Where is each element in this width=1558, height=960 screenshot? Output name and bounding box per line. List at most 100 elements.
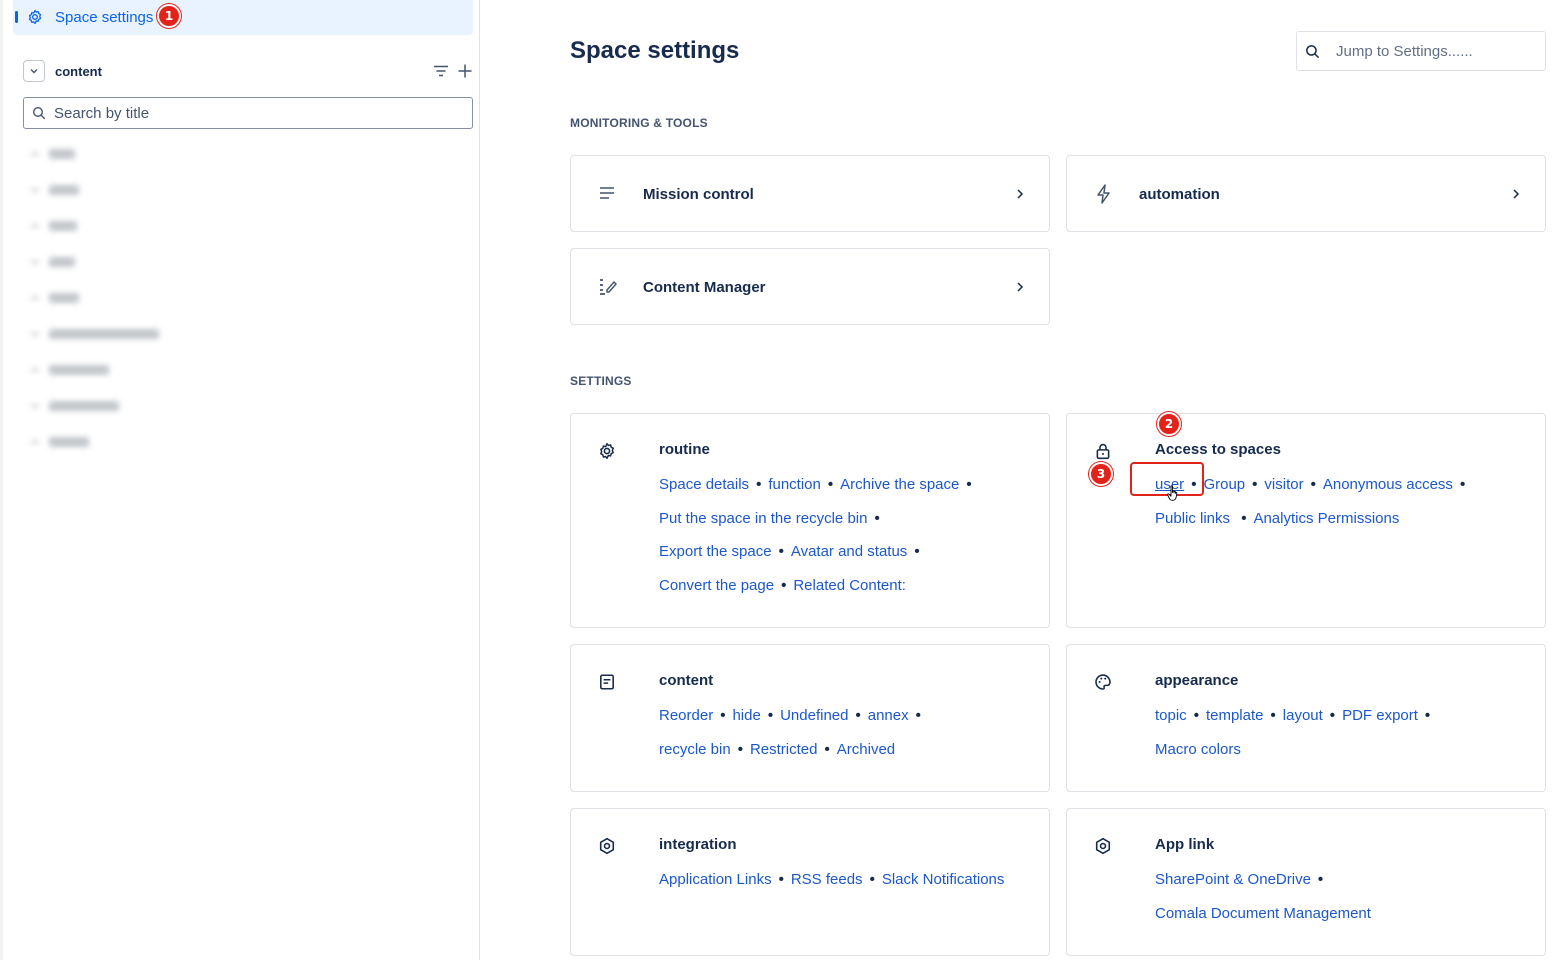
card-title: App link [1155, 836, 1215, 853]
link-hide[interactable]: hide [732, 707, 760, 724]
tree-item-blurred[interactable] [31, 398, 119, 414]
section-heading-settings: SETTINGS [570, 374, 632, 388]
link-archived[interactable]: Archived [837, 741, 895, 758]
gear-icon [600, 442, 614, 460]
lightning-icon [1097, 184, 1110, 204]
active-indicator [15, 11, 18, 23]
palette-icon [1095, 674, 1111, 690]
link-slack-notifications[interactable]: Slack Notifications [882, 871, 1005, 888]
link-convert-page[interactable]: Convert the page [659, 577, 774, 594]
search-by-title-field[interactable] [23, 97, 473, 129]
tree-item-blurred[interactable] [31, 434, 89, 450]
link-public-links[interactable]: Public links [1155, 510, 1230, 527]
chevron-right-icon [1017, 189, 1024, 199]
sidebar: Space settings 1 content [0, 0, 480, 960]
collapse-button[interactable] [23, 60, 45, 82]
link-space-details[interactable]: Space details [659, 476, 749, 493]
link-recycle-bin[interactable]: recycle bin [659, 741, 731, 758]
chevron-right-icon [1017, 282, 1024, 292]
content-section-label: content [55, 63, 102, 79]
page-title: Space settings [570, 37, 740, 64]
jump-input[interactable] [1336, 42, 1526, 60]
link-avatar-status[interactable]: Avatar and status [791, 543, 907, 560]
tree-item-blurred[interactable] [31, 290, 79, 306]
chevron-right-icon [1513, 189, 1520, 199]
link-analytics-permissions[interactable]: Analytics Permissions [1253, 510, 1399, 527]
link-comala-document-management[interactable]: Comala Document Management [1155, 905, 1371, 922]
document-icon [600, 674, 614, 690]
tree-actions [433, 59, 473, 83]
settings-card-access: Access to spaces user • Group • visitor • Anon… [1066, 413, 1546, 628]
sidebar-item-label: Space settings [55, 9, 154, 26]
search-input[interactable] [54, 104, 434, 122]
link-rss-feeds[interactable]: RSS feeds [791, 871, 863, 888]
card-title: appearance [1155, 672, 1239, 689]
card-links: Reorder • hide • Undefined • annex • recycle bi… [659, 707, 921, 758]
step-badge-2: 2 [1157, 412, 1181, 436]
main-content: Space settings MONITORING & TOOLS Missio… [481, 0, 1558, 960]
link-sharepoint-onedrive[interactable]: SharePoint & OneDrive [1155, 871, 1311, 888]
hexagon-gear-icon [599, 837, 615, 855]
link-archive-space[interactable]: Archive the space [840, 476, 959, 493]
card-links: user • Group • visitor • Anonymous access • Pub… [1155, 476, 1466, 527]
tree-item-blurred[interactable] [31, 218, 77, 234]
tree-item-blurred[interactable] [31, 326, 159, 342]
link-related-content[interactable]: Related Content: [793, 577, 906, 594]
tool-card-automation[interactable]: automation [1066, 155, 1546, 232]
filter-icon[interactable] [433, 63, 449, 79]
content-tree-header: content [23, 59, 473, 83]
link-layout[interactable]: layout [1283, 707, 1323, 724]
link-undefined[interactable]: Undefined [780, 707, 848, 724]
tool-card-content-manager[interactable]: Content Manager [570, 248, 1050, 325]
link-pdf-export[interactable]: PDF export [1342, 707, 1418, 724]
link-macro-colors[interactable]: Macro colors [1155, 741, 1241, 758]
hexagon-gear-icon [1095, 837, 1111, 855]
card-title: routine [659, 441, 710, 458]
tree-item-blurred[interactable] [31, 362, 109, 378]
search-icon [1306, 44, 1320, 58]
link-application-links[interactable]: Application Links [659, 871, 772, 888]
card-title: content [659, 672, 714, 689]
link-restricted[interactable]: Restricted [750, 741, 818, 758]
link-topic[interactable]: topic [1155, 707, 1187, 724]
edit-list-icon [600, 279, 617, 295]
link-visitor[interactable]: visitor [1264, 476, 1303, 493]
card-title: Access to spaces [1155, 441, 1281, 458]
card-links: topic • template • layout • PDF export • Macro … [1155, 707, 1431, 758]
link-template[interactable]: template [1206, 707, 1264, 724]
card-links: Space details • function • Archive the space… [659, 476, 972, 594]
list-icon [600, 187, 614, 199]
app-root: Space settings 1 content Space set [0, 0, 1558, 960]
settings-card-routine: routine Space details • function • Archive t… [570, 413, 1050, 628]
settings-card-app-link: App link SharePoint & OneDrive • Comala D… [1066, 808, 1546, 956]
tool-label: Content Manager [643, 279, 766, 296]
link-anonymous-access[interactable]: Anonymous access [1323, 476, 1453, 493]
add-icon[interactable] [457, 63, 473, 79]
link-reorder[interactable]: Reorder [659, 707, 713, 724]
tree-item-blurred[interactable] [31, 254, 75, 270]
tree-item-blurred[interactable] [31, 146, 75, 162]
card-links: Application Links • RSS feeds • Slack Notifi… [659, 871, 1005, 888]
tool-label: automation [1139, 186, 1220, 203]
link-recycle-bin-space[interactable]: Put the space in the recycle bin [659, 510, 867, 527]
link-group[interactable]: Group [1203, 476, 1245, 493]
tree-item-blurred[interactable] [31, 182, 79, 198]
tool-card-mission-control[interactable]: Mission control [570, 155, 1050, 232]
card-title: integration [659, 836, 737, 853]
link-function[interactable]: function [768, 476, 821, 493]
settings-card-integration: integration Application Links • RSS feeds •… [570, 808, 1050, 956]
search-icon [32, 106, 46, 120]
jump-to-settings-field[interactable] [1296, 31, 1546, 71]
link-annex[interactable]: annex [868, 707, 909, 724]
step-badge-3: 3 [1089, 462, 1113, 486]
section-heading-monitoring: MONITORING & TOOLS [570, 116, 708, 130]
sidebar-item-space-settings[interactable]: Space settings [13, 0, 473, 35]
settings-card-appearance: appearance topic • template • layout • PDF exp… [1066, 644, 1546, 792]
step-badge-1: 1 [157, 4, 181, 28]
card-links: SharePoint & OneDrive • Comala Document M… [1155, 871, 1371, 922]
hand-cursor-icon [1167, 485, 1178, 501]
link-export-space[interactable]: Export the space [659, 543, 772, 560]
chevron-down-icon [30, 69, 38, 74]
tool-label: Mission control [643, 186, 754, 203]
gear-icon [28, 9, 42, 25]
